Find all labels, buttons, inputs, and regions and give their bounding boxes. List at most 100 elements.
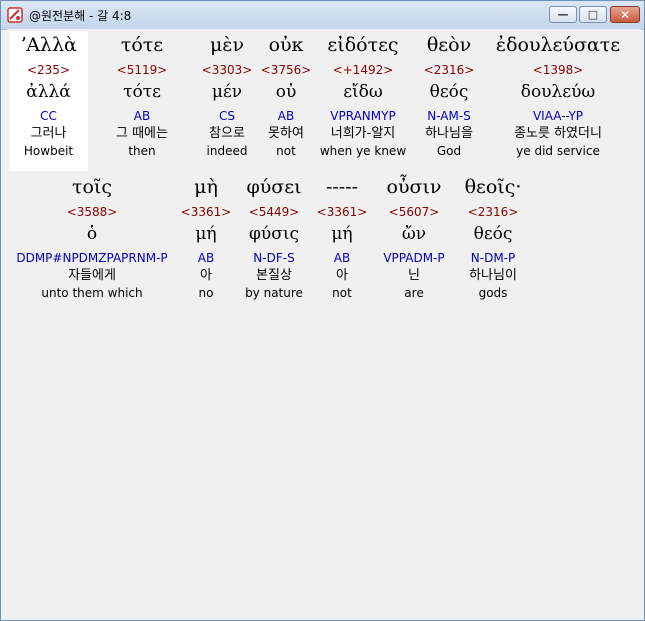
- word-cell[interactable]: τότε <5119> τότε AB 그 때에는 then: [97, 31, 187, 159]
- app-window: @원전분해 - 갈 4:8 — □ ✕ ʼΑλλὰ <235> ἀλλά CC …: [0, 0, 645, 621]
- lemma: μέν: [211, 82, 243, 102]
- greek-word: φύσει: [246, 176, 302, 198]
- english-translation: unto them which: [41, 286, 143, 300]
- english-translation: then: [128, 144, 156, 158]
- word-cell[interactable]: οὖσιν <5607> ὤν VPPADM-P 닌 are: [373, 173, 455, 301]
- lemma: ἀλλά: [26, 82, 71, 102]
- english-translation: when ye knew: [319, 144, 407, 158]
- strong-number: <3303>: [201, 63, 253, 77]
- strong-number: <5449>: [248, 205, 300, 219]
- english-translation: no: [198, 286, 214, 300]
- bottom-edge: [1, 607, 644, 620]
- lemma: θεός: [429, 82, 469, 102]
- strong-number: <3361>: [316, 205, 368, 219]
- word-cell[interactable]: ἐδουλεύσατε <1398> δουλεύω VIAA--YP 종노릇 …: [485, 31, 631, 159]
- strong-number: <3756>: [260, 63, 312, 77]
- morphology-code: AB: [333, 251, 351, 265]
- interlinear-pane[interactable]: ʼΑλλὰ <235> ἀλλά CC 그러나 Howbeit τότε <51…: [7, 29, 641, 615]
- english-translation: gods: [478, 286, 508, 300]
- korean-translation: 아: [336, 268, 348, 283]
- english-translation: not: [276, 144, 296, 158]
- morphology-code: N-DF-S: [253, 251, 295, 265]
- korean-translation: 참으로: [209, 126, 245, 141]
- strong-number: <235>: [26, 63, 70, 77]
- korean-translation: 그러나: [30, 126, 67, 141]
- morphology-code: CS: [219, 109, 235, 123]
- greek-word: θεὸν: [426, 34, 472, 56]
- word-cell[interactable]: μὴ <3361> μή AB 아 no: [179, 173, 233, 301]
- english-translation: not: [332, 286, 352, 300]
- korean-translation: 못하여: [268, 126, 304, 141]
- word-cell[interactable]: οὐκ <3756> οὐ AB 못하여 not: [259, 31, 313, 159]
- word-cell[interactable]: εἰδότες <+1492> εἴδω VPRANMYP 너희가-알지 whe…: [317, 31, 409, 159]
- korean-translation: 닌: [408, 268, 420, 283]
- word-cell[interactable]: θεοῖς· <2316> θεός N-DM-P 하나님이 gods: [457, 173, 529, 301]
- minimize-icon: —: [557, 8, 569, 21]
- morphology-code: AB: [197, 251, 215, 265]
- lemma: τότε: [123, 82, 161, 102]
- morphology-code: N-DM-P: [470, 251, 516, 265]
- morphology-code: VPPADM-P: [383, 251, 445, 265]
- strong-number: <2316>: [467, 205, 519, 219]
- lemma: ὁ: [86, 224, 98, 244]
- lemma: εἴδω: [343, 82, 383, 102]
- english-translation: God: [436, 144, 462, 158]
- greek-word: τοῖς: [71, 176, 113, 198]
- strong-number: <5119>: [116, 63, 168, 77]
- maximize-button[interactable]: □: [579, 6, 607, 23]
- korean-translation: 하나님을: [425, 126, 473, 141]
- english-translation: are: [404, 286, 424, 300]
- strong-number: <5607>: [388, 205, 440, 219]
- title-bar[interactable]: @원전분해 - 갈 4:8 — □ ✕: [1, 1, 644, 30]
- minimize-button[interactable]: —: [549, 6, 577, 23]
- word-cell[interactable]: ----- <3361> μή AB 아 not: [313, 173, 371, 301]
- app-icon: [7, 7, 23, 23]
- strong-number: <3361>: [180, 205, 232, 219]
- english-translation: indeed: [206, 144, 248, 158]
- morphology-code: AB: [277, 109, 295, 123]
- morphology-code: VIAA--YP: [532, 109, 584, 123]
- lemma: φύσις: [248, 224, 300, 244]
- morphology-code: DDMP#NPDMZPAPRNM-P: [16, 251, 168, 265]
- strong-number: <1398>: [532, 63, 584, 77]
- korean-translation: 그 때에는: [116, 126, 168, 141]
- close-icon: ✕: [619, 7, 631, 22]
- english-translation: by nature: [245, 286, 303, 300]
- lemma: μή: [195, 224, 217, 244]
- greek-word: ʼΑλλὰ: [20, 34, 77, 56]
- korean-translation: 자들에게: [68, 268, 116, 283]
- greek-word: εἰδότες: [327, 34, 399, 56]
- greek-word: μὴ: [194, 176, 218, 198]
- greek-word: μὲν: [209, 34, 245, 56]
- close-button[interactable]: ✕: [610, 6, 640, 23]
- word-cell[interactable]: τοῖς <3588> ὁ DDMP#NPDMZPAPRNM-P 자들에게 un…: [9, 173, 175, 301]
- korean-translation: 종노릇 하였더니: [514, 126, 602, 141]
- greek-word: οὐκ: [268, 34, 304, 56]
- lemma: θεός: [473, 224, 513, 244]
- morphology-code: N-AM-S: [427, 109, 471, 123]
- korean-translation: 하나님이: [469, 268, 517, 283]
- morphology-code: VPRANMYP: [330, 109, 396, 123]
- strong-number: <2316>: [423, 63, 475, 77]
- window-title: @원전분해 - 갈 4:8: [29, 9, 132, 23]
- greek-word: -----: [325, 176, 359, 198]
- korean-translation: 너희가-알지: [330, 126, 396, 141]
- greek-word: θεοῖς·: [464, 176, 522, 198]
- greek-word: οὖσιν: [386, 176, 442, 198]
- greek-word: ἐδουλεύσατε: [495, 34, 621, 56]
- lemma: ὤν: [401, 224, 427, 244]
- word-cell[interactable]: θεὸν <2316> θεός N-AM-S 하나님을 God: [412, 31, 486, 159]
- strong-number: <+1492>: [332, 63, 394, 77]
- english-translation: ye did service: [516, 144, 600, 158]
- word-cell[interactable]: μὲν <3303> μέν CS 참으로 indeed: [197, 31, 257, 159]
- word-cell[interactable]: ʼΑλλὰ <235> ἀλλά CC 그러나 Howbeit: [9, 31, 88, 159]
- maximize-icon: □: [587, 8, 599, 21]
- word-cell[interactable]: φύσει <5449> φύσις N-DF-S 본질상 by nature: [237, 173, 311, 301]
- lemma: δουλεύω: [520, 82, 596, 102]
- morphology-code: CC: [40, 109, 57, 123]
- korean-translation: 아: [200, 268, 212, 283]
- lemma: οὐ: [275, 82, 297, 102]
- morphology-code: AB: [133, 109, 151, 123]
- english-translation: Howbeit: [23, 144, 74, 158]
- strong-number: <3588>: [66, 205, 118, 219]
